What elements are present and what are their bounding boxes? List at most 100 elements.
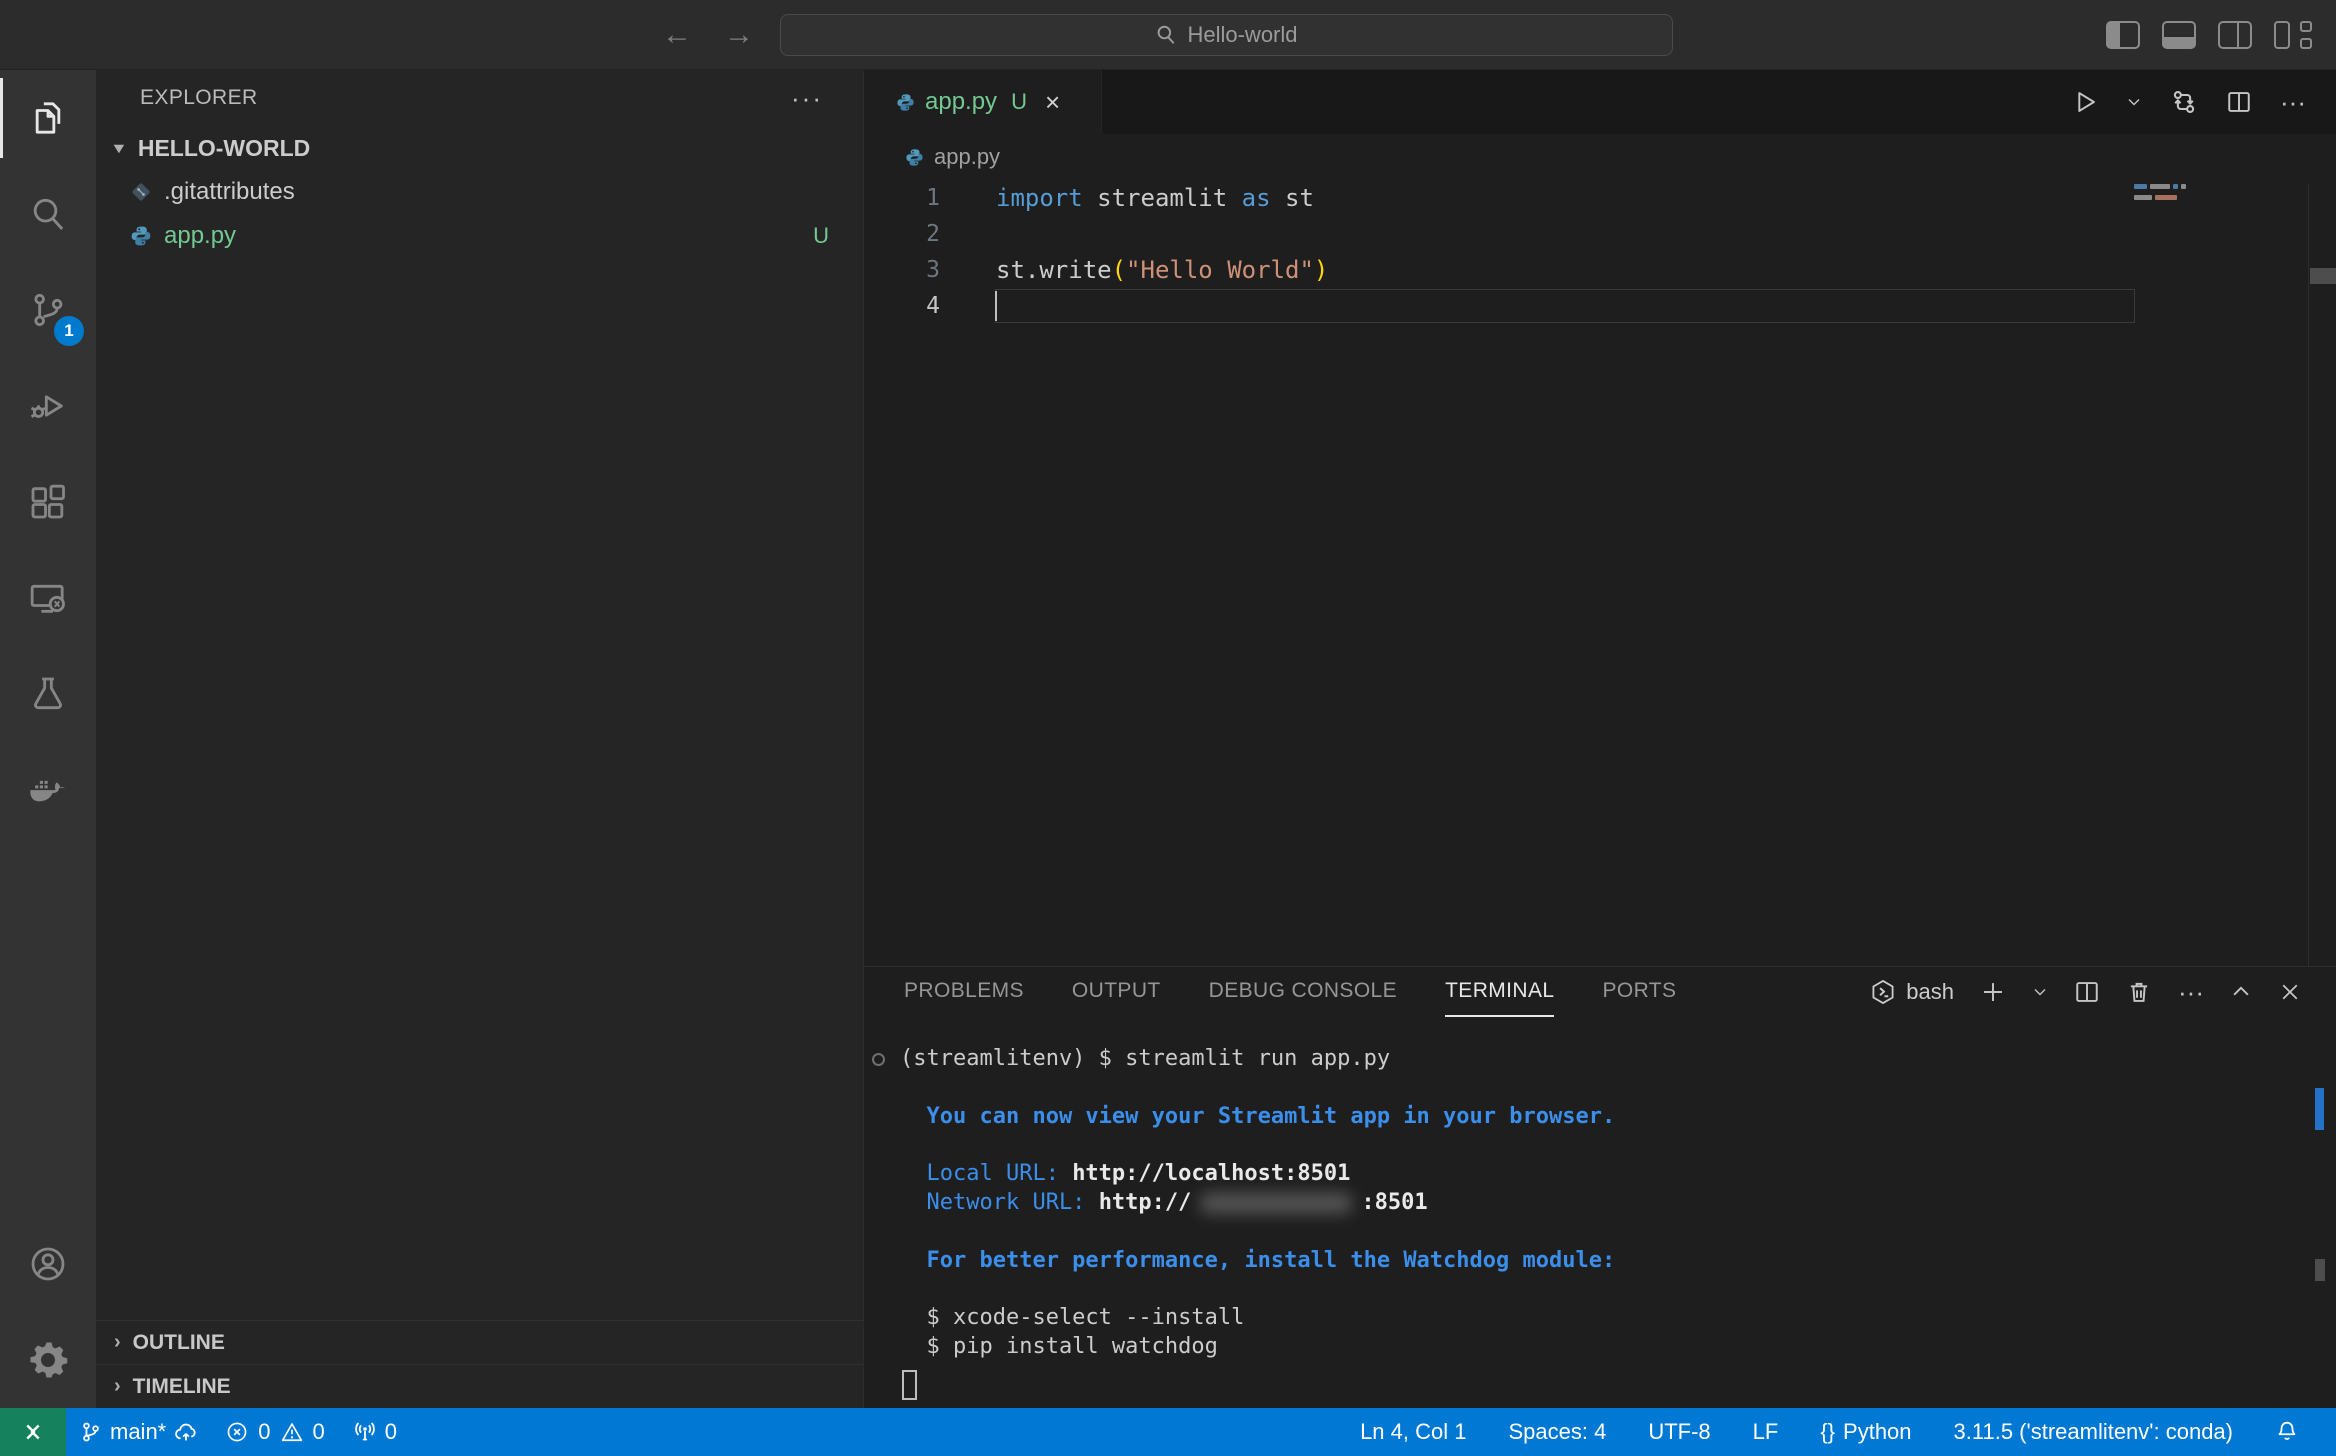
- terminal-output[interactable]: (streamlitenv) $ streamlit run app.py Yo…: [864, 1017, 2336, 1408]
- python-interpreter-item[interactable]: 3.11.5 ('streamlitenv': conda): [1933, 1408, 2254, 1456]
- back-arrow-icon[interactable]: ←: [660, 18, 694, 52]
- maximize-panel-icon[interactable]: [2230, 981, 2252, 1003]
- minimap[interactable]: [2134, 184, 2194, 206]
- editor-actions: ···: [2072, 70, 2336, 134]
- line-number: 3: [864, 257, 960, 283]
- outline-section-header[interactable]: › OUTLINE: [96, 1320, 863, 1364]
- terminal-scrollbar-thumb[interactable]: [2315, 1259, 2325, 1281]
- activity-run-debug[interactable]: [0, 358, 96, 454]
- encoding-item[interactable]: UTF-8: [1627, 1408, 1731, 1456]
- panel-more-actions-icon[interactable]: ···: [2178, 979, 2204, 1005]
- split-editor-icon[interactable]: [2226, 89, 2252, 115]
- bottom-panel: PROBLEMS OUTPUT DEBUG CONSOLE TERMINAL P…: [864, 966, 2336, 1408]
- broadcast-tower-icon: [353, 1420, 377, 1444]
- accounts-button[interactable]: [0, 1216, 96, 1312]
- tab-close-icon[interactable]: ×: [1045, 87, 1060, 118]
- tab-problems[interactable]: PROBLEMS: [904, 967, 1024, 1017]
- branch-status-item[interactable]: main*: [66, 1408, 212, 1456]
- terminal-scroll-decoration: [2315, 1088, 2324, 1130]
- python-file-icon: [130, 225, 152, 247]
- sidebar-header: EXPLORER ···: [96, 70, 863, 126]
- terminal-picker-chevron-icon[interactable]: [2032, 984, 2048, 1000]
- run-debug-icon: [28, 386, 68, 426]
- extensions-icon: [28, 482, 68, 522]
- toggle-panel-icon[interactable]: [2162, 21, 2196, 49]
- explorer-more-actions-icon[interactable]: ···: [791, 93, 823, 103]
- editor-more-actions-icon[interactable]: ···: [2280, 89, 2306, 115]
- terminal-line: [900, 1218, 2336, 1247]
- code-line-4-current: 4: [864, 288, 2336, 324]
- beaker-icon: [28, 674, 68, 714]
- activity-extensions[interactable]: [0, 454, 96, 550]
- line-number: 4: [864, 293, 960, 319]
- terminal-line: [900, 1074, 2336, 1103]
- command-decoration-icon[interactable]: [872, 1053, 885, 1066]
- indentation-item[interactable]: Spaces: 4: [1487, 1408, 1627, 1456]
- code-editor[interactable]: 1 import streamlit as st 2 3 st.write("H…: [864, 180, 2336, 966]
- terminal-line: [900, 1131, 2336, 1160]
- ports-status-item[interactable]: 0: [339, 1408, 411, 1456]
- forward-arrow-icon[interactable]: →: [722, 18, 756, 52]
- toggle-secondary-sidebar-icon[interactable]: [2218, 21, 2252, 49]
- tab-app-py[interactable]: app.py U ×: [864, 70, 1102, 134]
- outline-label: OUTLINE: [133, 1331, 225, 1355]
- activity-explorer[interactable]: [0, 70, 96, 166]
- file-name: .gitattributes: [164, 178, 295, 206]
- bash-icon: [1870, 979, 1896, 1005]
- tab-output[interactable]: OUTPUT: [1072, 967, 1161, 1017]
- breadcrumb-file[interactable]: app.py: [934, 144, 1000, 170]
- run-dropdown-chevron-icon[interactable]: [2126, 94, 2142, 110]
- sidebar-title: EXPLORER: [140, 86, 258, 110]
- activity-testing[interactable]: [0, 646, 96, 742]
- close-panel-icon[interactable]: [2278, 980, 2302, 1004]
- language-mode-item[interactable]: {} Python: [1799, 1408, 1932, 1456]
- code-line-3: 3 st.write("Hello World"): [864, 252, 2336, 288]
- folder-row-hello-world[interactable]: ▼ HELLO-WORLD: [96, 126, 863, 170]
- terminal-line: [900, 1275, 2336, 1304]
- chevron-right-icon: ›: [114, 1375, 121, 1398]
- editor-scrollbar-thumb[interactable]: [2310, 268, 2336, 284]
- history-navigation: ← →: [660, 0, 756, 70]
- open-changes-icon[interactable]: [2170, 88, 2198, 116]
- terminal-shell-selector[interactable]: bash: [1870, 979, 1954, 1005]
- file-row-app-py[interactable]: app.py U: [96, 214, 863, 258]
- activity-remote-explorer[interactable]: [0, 550, 96, 646]
- customize-layout-icon[interactable]: [2274, 21, 2312, 49]
- eol-item[interactable]: LF: [1732, 1408, 1800, 1456]
- panel-tabs: PROBLEMS OUTPUT DEBUG CONSOLE TERMINAL P…: [904, 967, 1676, 1017]
- command-center-search[interactable]: Hello-world: [780, 14, 1673, 56]
- activity-source-control[interactable]: 1: [0, 262, 96, 358]
- code-line-1: 1 import streamlit as st: [864, 180, 2336, 216]
- split-terminal-icon[interactable]: [2074, 979, 2100, 1005]
- timeline-section-header[interactable]: › TIMELINE: [96, 1364, 863, 1408]
- notifications-item[interactable]: [2254, 1408, 2320, 1456]
- activity-docker[interactable]: [0, 742, 96, 838]
- local-url: http://localhost:8501: [1072, 1161, 1350, 1186]
- editor-tab-bar: app.py U × ···: [864, 70, 2336, 134]
- tab-title: app.py: [925, 88, 997, 116]
- cursor-position-item[interactable]: Ln 4, Col 1: [1339, 1408, 1487, 1456]
- activity-bar-bottom: [0, 1216, 96, 1408]
- python-file-icon: [905, 148, 924, 167]
- new-terminal-icon[interactable]: [1980, 979, 2006, 1005]
- tab-debug-console[interactable]: DEBUG CONSOLE: [1209, 967, 1397, 1017]
- account-icon: [28, 1244, 68, 1284]
- file-row-gitattributes[interactable]: .gitattributes: [96, 170, 863, 214]
- terminal-cursor: [902, 1370, 917, 1400]
- tab-terminal[interactable]: TERMINAL: [1445, 967, 1554, 1017]
- run-python-file-icon[interactable]: [2072, 89, 2098, 115]
- remote-indicator[interactable]: [0, 1408, 66, 1456]
- git-file-icon: [130, 181, 152, 203]
- branch-name: main*: [110, 1419, 166, 1445]
- toggle-sidebar-icon[interactable]: [2106, 21, 2140, 49]
- problems-status-item[interactable]: 0 0: [212, 1408, 339, 1456]
- publish-cloud-icon: [174, 1420, 198, 1444]
- kill-terminal-icon[interactable]: [2126, 979, 2152, 1005]
- language-label: Python: [1843, 1419, 1912, 1445]
- remote-explorer-icon: [28, 578, 68, 618]
- activity-search[interactable]: [0, 166, 96, 262]
- settings-button[interactable]: [0, 1312, 96, 1408]
- breadcrumb[interactable]: app.py: [864, 134, 2336, 180]
- tab-ports[interactable]: PORTS: [1602, 967, 1676, 1017]
- docker-whale-icon: [28, 770, 68, 810]
